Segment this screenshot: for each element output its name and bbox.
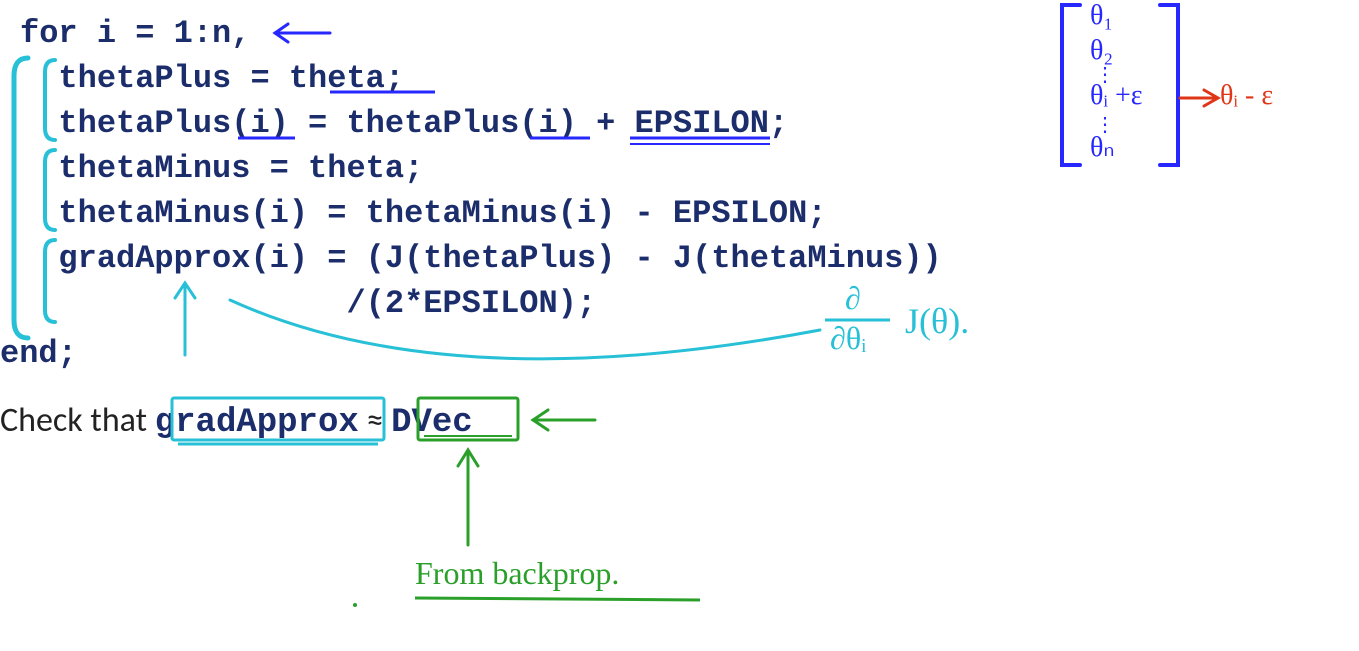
arrow-left-to-dvec [533, 410, 595, 430]
arrow-up-to-dvec [458, 450, 478, 545]
code-line-7: /(2*EPSILON); [20, 285, 596, 322]
code-line-3: thetaPlus(i) = thetaPlus(i) + EPSILON; [20, 105, 788, 142]
annotation-overlay [0, 0, 1359, 651]
partial-numerator: ∂ [845, 280, 861, 317]
vector-right-bracket [1160, 5, 1178, 165]
code-line-8: end; [0, 335, 77, 372]
check-line: Check that gradApprox ≈ DVec [0, 400, 473, 442]
vector-theta-n: θₙ [1090, 130, 1115, 164]
gradapprox-term: gradApprox [155, 404, 359, 442]
stray-dot [353, 603, 357, 607]
slide-canvas: for i = 1:n, thetaPlus = theta; thetaPlu… [0, 0, 1359, 651]
j-of-theta: J(θ). [905, 300, 969, 342]
code-line-2: thetaPlus = theta; [20, 60, 404, 97]
vector-theta-i: θᵢ +ε [1090, 80, 1143, 112]
partial-denominator: ∂θᵢ [830, 320, 866, 357]
code-line-4: thetaMinus = theta; [20, 150, 423, 187]
vector-left-bracket [1062, 5, 1080, 165]
code-line-5: thetaMinus(i) = thetaMinus(i) - EPSILON; [20, 195, 827, 232]
from-backprop-label: From backprop. [415, 555, 619, 592]
dvec-term: DVec [391, 404, 473, 442]
theta-i-minus-eps: θᵢ - ε [1220, 80, 1273, 112]
arrow-plus-to-minus-eps [1180, 90, 1218, 106]
vector-theta-1: θ₁ [1090, 0, 1113, 32]
approx-symbol: ≈ [359, 400, 391, 441]
code-line-1: for i = 1:n, [20, 15, 250, 52]
code-line-6: gradApprox(i) = (J(thetaPlus) - J(thetaM… [20, 240, 942, 277]
underline-from-backprop [415, 598, 700, 600]
check-prefix: Check that [0, 400, 155, 441]
arrow-after-for-loop [275, 24, 330, 42]
